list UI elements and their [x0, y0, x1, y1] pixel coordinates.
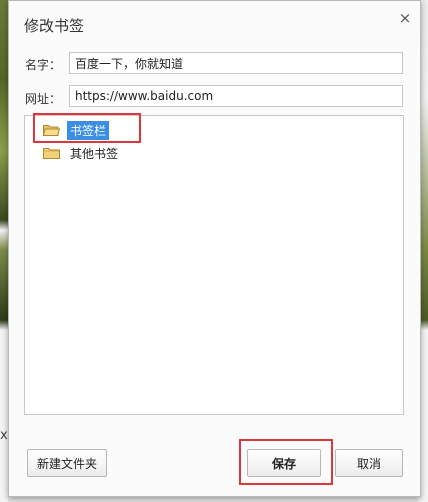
- highlight-box-bookmarks-bar: [33, 113, 141, 143]
- dialog-title: 修改书签: [24, 17, 85, 35]
- name-input[interactable]: [69, 52, 403, 74]
- background-text-fragment: x: [0, 428, 8, 443]
- bookmark-folder-tree[interactable]: 书签栏 其他书签: [24, 115, 404, 415]
- cancel-button[interactable]: 取消: [335, 449, 403, 477]
- folder-icon: [43, 147, 60, 159]
- new-folder-button[interactable]: 新建文件夹: [27, 449, 107, 477]
- name-label: 名字：: [25, 58, 62, 72]
- url-label: 网址：: [25, 92, 62, 106]
- edit-bookmark-dialog: 修改书签 × 名字： 网址： 书签栏 其他书签 新建文件夹: [8, 0, 421, 497]
- tree-item-label: 其他书签: [70, 146, 119, 161]
- tree-item-other-bookmarks[interactable]: 其他书签: [43, 144, 121, 162]
- highlight-box-save: [239, 439, 333, 485]
- background-page-left: [0, 0, 8, 502]
- close-icon[interactable]: ×: [396, 9, 414, 27]
- url-input[interactable]: [69, 85, 403, 107]
